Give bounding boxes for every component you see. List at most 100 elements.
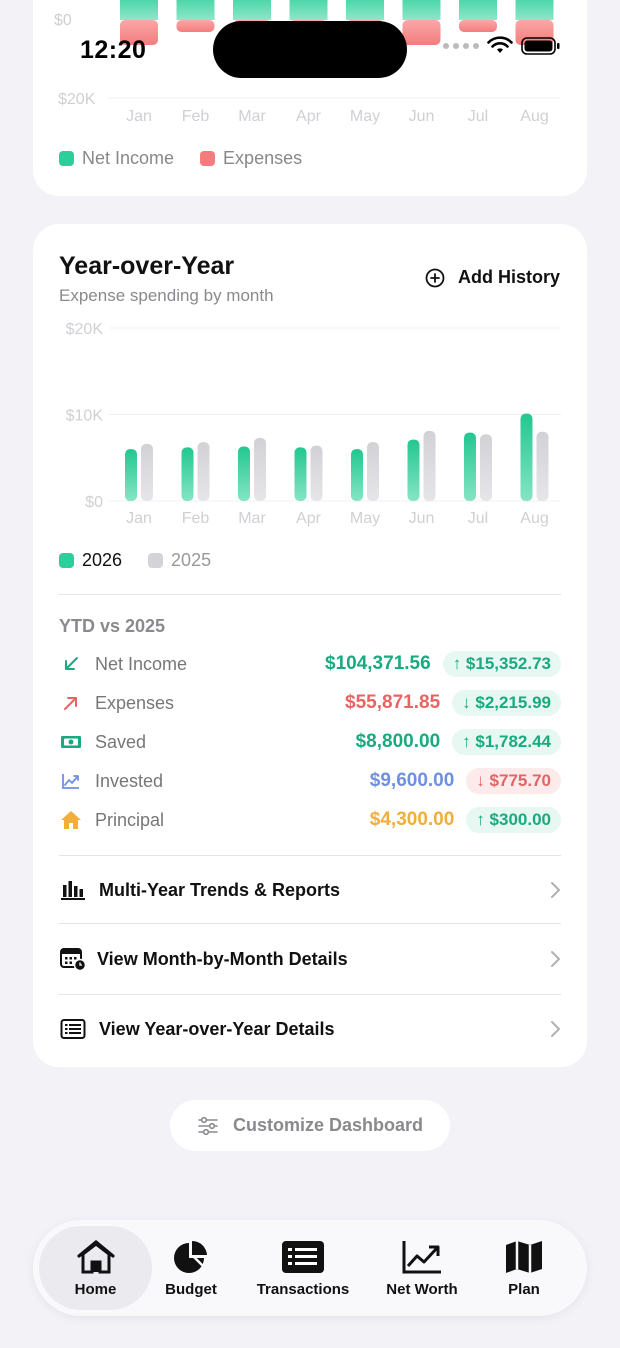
bar-2026-mar	[238, 446, 250, 501]
tab-plan[interactable]: Plan	[487, 1226, 561, 1310]
legend-2026: 2026	[82, 550, 123, 570]
ytd-label: Principal	[95, 809, 165, 830]
top-bar-net-income	[120, 0, 158, 20]
legend-2026-swatch	[59, 553, 74, 568]
tab-net-worth[interactable]: Net Worth	[375, 1226, 469, 1310]
top-bar-net-income	[515, 0, 554, 20]
top-x-label: Apr	[296, 108, 322, 125]
top-y-label-0: $0	[54, 12, 72, 29]
legend-net-income: Net Income	[82, 148, 175, 168]
ytd-value: $9,600.00	[369, 770, 455, 791]
bar-2026-apr	[294, 447, 307, 501]
chevron-right-icon	[551, 882, 560, 898]
legend-net-income-swatch	[59, 151, 74, 166]
legend-expenses-swatch	[200, 151, 216, 166]
ytd-row-principal: Principal $4,300.00 ↑ $300.00	[59, 805, 561, 835]
home-icon	[76, 1239, 115, 1273]
yoy-bar-chart: $0 $10K $20K Jan Feb Mar Apr May Jun Jul Aug	[66, 321, 561, 527]
x-tick-label: Jun	[409, 510, 435, 527]
bar-2025-mar	[254, 437, 266, 501]
link-label: View Month-by-Month Details	[97, 948, 348, 969]
pie-chart-icon	[174, 1240, 207, 1273]
divider	[59, 855, 561, 856]
x-tick-label: Mar	[238, 510, 266, 527]
legend-expenses: Expenses	[223, 148, 303, 168]
map-icon	[506, 1240, 542, 1273]
top-x-label: Jun	[409, 108, 435, 125]
battery-icon	[521, 37, 560, 55]
card-title: Year-over-Year	[59, 252, 235, 280]
arrow-up-right-icon	[59, 691, 83, 715]
status-time: 12:20	[80, 36, 147, 64]
top-x-label: Jan	[126, 108, 152, 125]
ytd-row-net-income: Net Income $104,371.56 ↑ $15,352.73	[59, 649, 561, 679]
transactions-icon	[282, 1240, 324, 1273]
x-tick-label: Jul	[468, 510, 488, 527]
multi-year-trends-link[interactable]: Multi-Year Trends & Reports	[59, 875, 561, 905]
add-history-label: Add History	[457, 267, 560, 287]
signal-dots-icon	[443, 43, 479, 49]
top-y-label-1: $20K	[58, 91, 96, 108]
bar-2026-may	[351, 449, 363, 501]
top-bar-expenses	[459, 20, 497, 32]
x-tick-label: Jan	[126, 510, 152, 527]
bar-2025-may	[367, 442, 379, 501]
top-bar-expenses	[176, 20, 215, 32]
x-tick-label: Aug	[520, 510, 548, 527]
chevron-right-icon	[551, 1021, 560, 1037]
ytd-delta-badge: ↓ $775.70	[466, 768, 561, 794]
ytd-delta-badge: ↑ $1,782.44	[452, 729, 561, 755]
ytd-delta-badge: ↓ $2,215.99	[452, 690, 561, 716]
link-label: View Year-over-Year Details	[99, 1018, 335, 1039]
ytd-label: Saved	[95, 731, 147, 752]
divider	[59, 923, 561, 924]
status-icons	[443, 36, 561, 56]
link-label: Multi-Year Trends & Reports	[99, 879, 341, 900]
divider	[59, 594, 561, 595]
ytd-row-saved: Saved $8,800.00 ↑ $1,782.44	[59, 727, 561, 757]
tab-budget[interactable]: Budget	[153, 1226, 229, 1310]
ytd-value: $8,800.00	[355, 731, 441, 752]
dynamic-island	[213, 21, 407, 78]
top-x-label: Mar	[238, 108, 266, 125]
bar-chart-icon	[59, 876, 87, 904]
top-bar-net-income	[346, 0, 384, 20]
ytd-row-expenses: Expenses $55,871.85 ↓ $2,215.99	[59, 688, 561, 718]
top-x-label: Feb	[182, 108, 210, 125]
top-bar-net-income	[176, 0, 215, 20]
ytd-value: $104,371.56	[325, 653, 431, 674]
x-tick-label: Apr	[296, 510, 322, 527]
wifi-icon	[487, 36, 513, 53]
bar-2025-jan	[141, 443, 153, 501]
top-bar-net-income	[233, 0, 271, 20]
ytd-value: $55,871.85	[345, 692, 441, 713]
top-x-label: Aug	[520, 108, 548, 125]
add-history-button[interactable]: Add History	[425, 267, 560, 288]
tab-label: Net Worth	[386, 1280, 458, 1298]
top-bar-net-income	[402, 0, 441, 20]
ytd-row-invested: Invested $9,600.00 ↓ $775.70	[59, 766, 561, 796]
bar-2026-jul	[464, 432, 476, 501]
ytd-title: YTD vs 2025	[59, 616, 166, 636]
bar-2025-aug	[536, 431, 549, 501]
month-by-month-link[interactable]: View Month-by-Month Details	[59, 944, 561, 974]
customize-dashboard-button[interactable]: Customize Dashboard	[170, 1100, 450, 1151]
chart-line-icon	[59, 769, 83, 793]
top-bar-net-income	[289, 0, 328, 20]
y-tick-label: $10K	[66, 408, 104, 425]
tab-transactions[interactable]: Transactions	[247, 1226, 359, 1310]
tab-bar: Home Budget Transactions Net Worth Plan	[33, 1220, 587, 1316]
tab-home[interactable]: Home	[39, 1226, 152, 1310]
arrow-down-left-icon	[59, 652, 83, 676]
top-bar-net-income	[459, 0, 497, 20]
year-over-year-card: Year-over-Year Expense spending by month…	[33, 224, 587, 1067]
x-tick-label: May	[350, 510, 380, 527]
calendar-clock-icon	[59, 945, 87, 973]
year-over-year-details-link[interactable]: View Year-over-Year Details	[59, 1014, 561, 1044]
bar-2025-feb	[197, 442, 210, 501]
ytd-value: $4,300.00	[369, 809, 455, 830]
bar-2025-apr	[310, 445, 323, 501]
list-icon	[59, 1015, 87, 1043]
tab-label: Transactions	[256, 1280, 350, 1298]
ytd-label: Net Income	[95, 653, 188, 674]
